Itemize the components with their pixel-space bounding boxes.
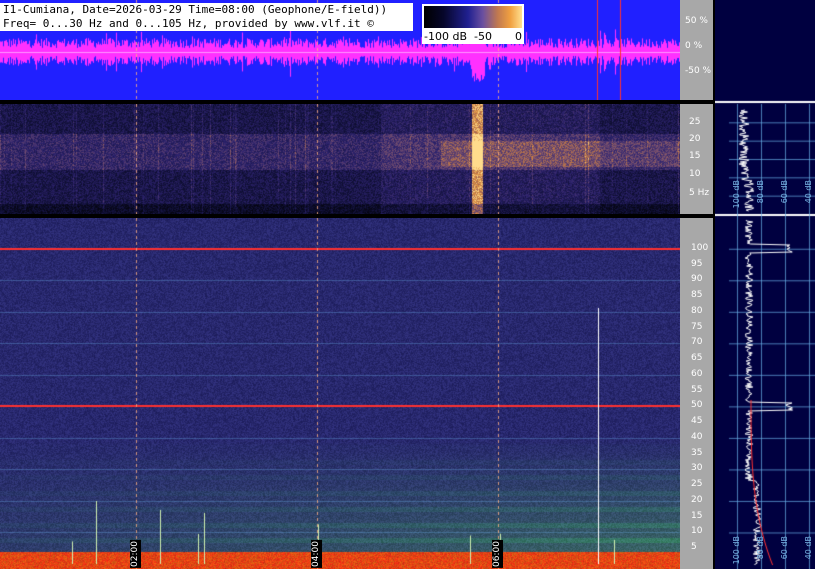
side-spectrum-xtick: 60 dB: [780, 180, 789, 204]
side-spectrum-xtick: 40 dB: [804, 180, 813, 204]
waveform-tick-label: 50 %: [685, 16, 708, 26]
high-spectrogram-tick-label: 100: [691, 242, 709, 253]
colorbar-label-mid: -50: [474, 30, 492, 43]
high-spectrogram-tick-label: 75: [691, 321, 703, 332]
high-spectrogram-tick-label: 50: [691, 400, 703, 411]
waveform-tick-label: -50 %: [685, 66, 712, 76]
low-spectrogram-tick-label: 10: [689, 169, 701, 179]
colorbar-gradient: [424, 6, 522, 28]
time-label: 06:00: [492, 540, 503, 568]
time-label: 04:00: [311, 540, 322, 568]
side-spectrum-xtick: 80 dB: [756, 180, 765, 204]
colorbar-legend: -100 dB -50 0: [422, 4, 524, 44]
colorbar-label-max: 0: [515, 30, 522, 43]
high-spectrogram-tick-label: 20: [691, 494, 703, 505]
high-spectrogram-tick-label: 25: [691, 479, 703, 490]
high-spectrogram-tick-label: 60: [691, 368, 703, 379]
low-spectrogram-tick-label: 15: [689, 151, 701, 161]
high-spectrogram-tick-label: 95: [691, 258, 703, 269]
high-spectrogram-tick-label: 40: [691, 431, 703, 442]
high-spectrogram-tick-label: 35: [691, 447, 703, 458]
high-spectrogram-tick-label: 65: [691, 353, 703, 364]
high-spectrogram-tick-label: 55: [691, 384, 703, 395]
side-spectrum-xtick: 100 dB: [732, 536, 741, 565]
side-spectrum-xtick: 80 dB: [756, 536, 765, 560]
side-spectrum-xtick: 60 dB: [780, 536, 789, 560]
high-frequency-spectrogram: [0, 218, 680, 569]
frequency-info: Freq= 0...30 Hz and 0...105 Hz, provided…: [0, 17, 413, 31]
colorbar-label-min: -100 dB: [424, 30, 467, 43]
high-spectrogram-tick-label: 70: [691, 337, 703, 348]
high-spectrogram-tick-label: 45: [691, 416, 703, 427]
station-title: I1-Cumiana, Date=2026-03-29 Time=08:00 (…: [0, 3, 413, 17]
waveform-tick-label: 0 %: [685, 41, 703, 51]
side-spectrum-xtick: 100 dB: [732, 180, 741, 209]
high-spectrogram-tick-label: 5: [691, 542, 697, 553]
side-spectrum-xtick: 40 dB: [804, 536, 813, 560]
high-spectrogram-tick-label: 30: [691, 463, 703, 474]
low-frequency-spectrogram: [0, 104, 680, 214]
time-label: 02:00: [130, 540, 141, 568]
high-spectrogram-tick-label: 80: [691, 305, 703, 316]
side-spectrum-plot: [715, 0, 815, 569]
high-spectrogram-tick-label: 15: [691, 510, 703, 521]
low-spectrogram-tick-label: 5 Hz: [689, 188, 710, 198]
low-spectrogram-tick-label: 20: [689, 134, 701, 144]
low-spectrogram-tick-label: 25: [689, 117, 701, 127]
vlf-display: 50 % 0 % -50 % I1-Cumiana, Date=2026-03-29…: [0, 0, 815, 569]
high-spectrogram-tick-label: 85: [691, 290, 703, 301]
high-spectrogram-tick-label: 10: [691, 526, 703, 537]
high-spectrogram-tick-label: 90: [691, 274, 703, 285]
